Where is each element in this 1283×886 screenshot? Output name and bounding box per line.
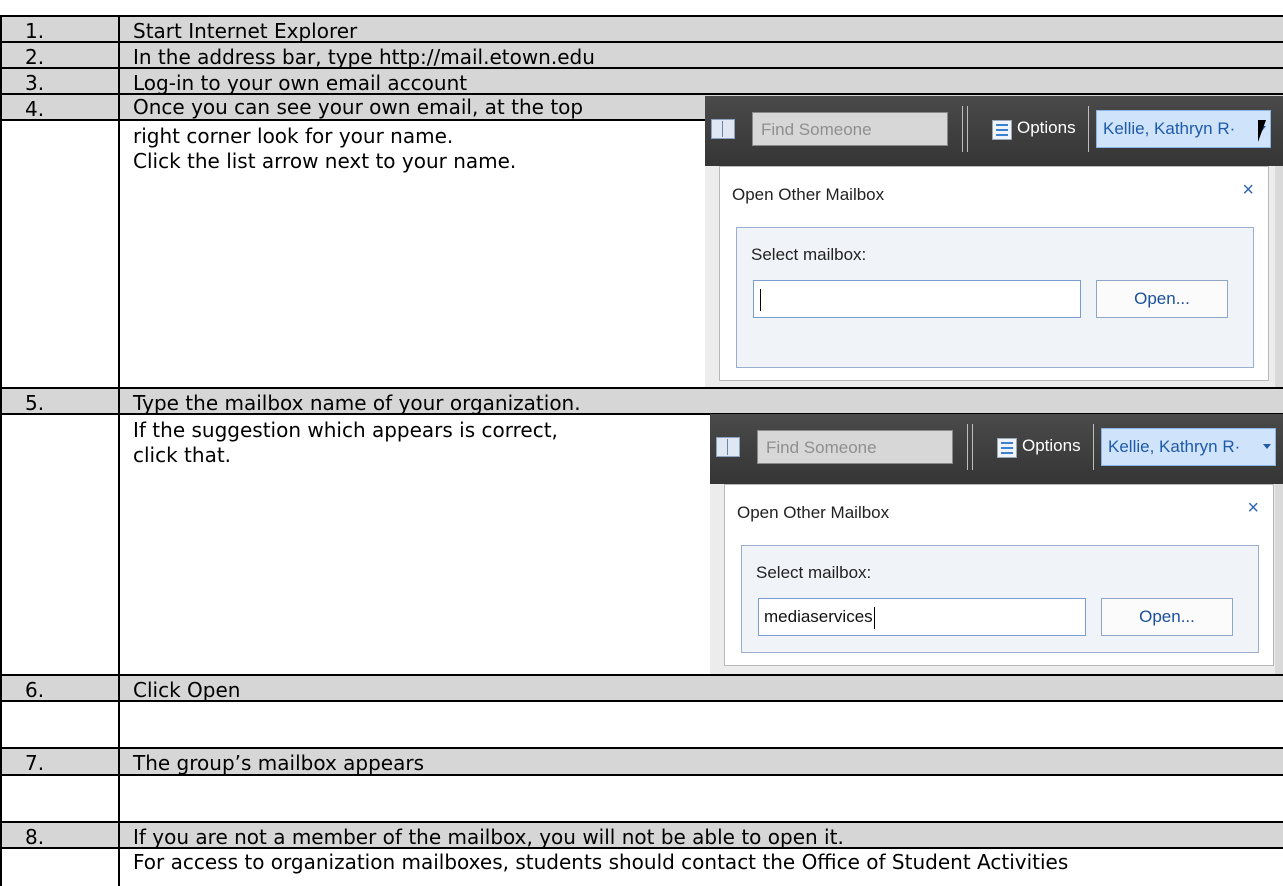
address-book-icon[interactable] xyxy=(711,119,735,139)
chevron-down-icon[interactable] xyxy=(1263,444,1271,449)
table-rule xyxy=(0,821,1283,823)
open-other-mailbox-dialog: Open Other Mailbox × Select mailbox: med… xyxy=(724,484,1274,666)
mailbox-value: mediaservices xyxy=(764,607,873,626)
step-number: 8. xyxy=(25,825,45,849)
step-text: If the suggestion which appears is corre… xyxy=(133,418,558,442)
screenshot-open-mailbox-empty: Find Someone Options Kellie, Kathryn R· … xyxy=(705,96,1283,387)
user-name-button[interactable]: Kellie, Kathryn R· xyxy=(1101,428,1276,466)
step-number: 6. xyxy=(25,678,45,702)
table-rule xyxy=(0,747,1283,749)
options-list-icon[interactable] xyxy=(997,438,1017,458)
options-list-icon[interactable] xyxy=(992,120,1012,140)
text-caret xyxy=(873,606,875,629)
step-text: In the address bar, type http://mail.eto… xyxy=(133,45,595,69)
step-text: Click the list arrow next to your name. xyxy=(133,149,517,173)
step-number: 5. xyxy=(25,391,45,415)
step-text: For access to organization mailboxes, st… xyxy=(133,850,1069,874)
options-button[interactable]: Options xyxy=(1017,118,1076,138)
mailbox-input[interactable] xyxy=(753,280,1081,318)
select-mailbox-group: Select mailbox: mediaservices Open... xyxy=(741,545,1259,653)
step-text: click that. xyxy=(133,443,232,467)
close-icon[interactable]: × xyxy=(1242,179,1254,202)
toolbar-separator xyxy=(1093,424,1094,470)
step-text: Click Open xyxy=(133,678,241,702)
open-button[interactable]: Open... xyxy=(1101,598,1233,636)
table-rule xyxy=(118,15,120,886)
step-text: The group’s mailbox appears xyxy=(133,751,424,775)
step-number: 2. xyxy=(25,45,45,69)
page-edge xyxy=(1275,166,1283,387)
table-rule xyxy=(0,674,1283,676)
step-text: Type the mailbox name of your organizati… xyxy=(133,391,581,415)
select-mailbox-label: Select mailbox: xyxy=(756,563,872,582)
page-edge xyxy=(1275,484,1283,674)
user-name-button[interactable]: Kellie, Kathryn R· xyxy=(1096,110,1271,148)
text-caret xyxy=(760,288,761,311)
options-button[interactable]: Options xyxy=(1022,436,1081,456)
address-book-icon[interactable] xyxy=(716,437,740,457)
user-name: Kellie, Kathryn R· xyxy=(1108,437,1241,456)
step-number: 4. xyxy=(25,97,45,121)
step-text: Log-in to your own email account xyxy=(133,71,468,95)
dialog-title: Open Other Mailbox xyxy=(737,503,890,522)
toolbar-separator xyxy=(1088,106,1089,152)
screenshot-open-mailbox-typed: Find Someone Options Kellie, Kathryn R· … xyxy=(710,414,1283,674)
step-text: Start Internet Explorer xyxy=(133,19,358,43)
dialog-title: Open Other Mailbox xyxy=(732,185,885,204)
select-mailbox-group: Select mailbox: Open... xyxy=(736,227,1254,368)
toolbar-separator xyxy=(967,424,968,470)
table-rule xyxy=(0,15,2,886)
find-someone-input[interactable]: Find Someone xyxy=(752,112,948,146)
step-number: 7. xyxy=(25,751,45,775)
toolbar-separator xyxy=(972,424,973,470)
mailbox-input[interactable]: mediaservices xyxy=(758,598,1086,636)
mouse-pointer-icon xyxy=(1258,120,1266,142)
toolbar-separator xyxy=(962,106,963,152)
step-text: Once you can see your own email, at the … xyxy=(133,95,584,119)
close-icon[interactable]: × xyxy=(1247,497,1259,520)
step-number: 3. xyxy=(25,71,45,95)
select-mailbox-label: Select mailbox: xyxy=(751,245,867,264)
user-name: Kellie, Kathryn R· xyxy=(1103,119,1236,138)
table-rule xyxy=(0,15,1283,17)
step-number: 1. xyxy=(25,19,45,43)
toolbar-separator xyxy=(967,106,968,152)
step-text: If you are not a member of the mailbox, … xyxy=(133,825,844,849)
table-rule xyxy=(0,387,1283,389)
find-someone-input[interactable]: Find Someone xyxy=(757,430,953,464)
step-text: right corner look for your name. xyxy=(133,124,454,148)
open-other-mailbox-dialog: Open Other Mailbox × Select mailbox: Ope… xyxy=(719,166,1269,381)
open-button[interactable]: Open... xyxy=(1096,280,1228,318)
